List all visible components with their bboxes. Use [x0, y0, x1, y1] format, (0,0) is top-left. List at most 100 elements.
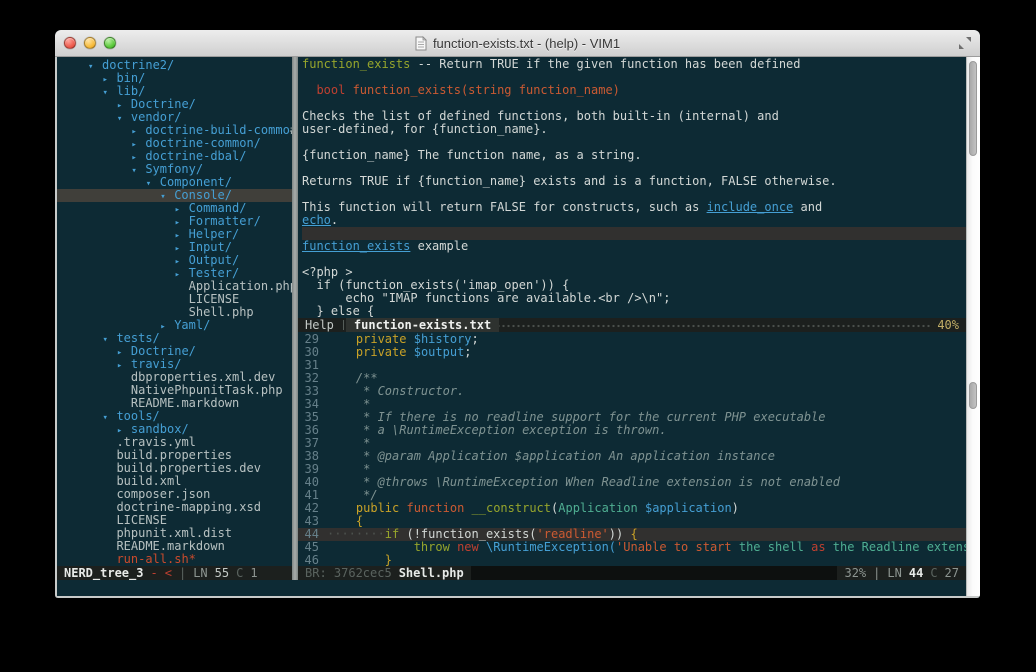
code-segment: ;	[464, 345, 471, 359]
code-segment: ········	[327, 527, 385, 541]
scroll-percent: 40%	[930, 318, 966, 332]
tree-item-label: Console/	[174, 188, 232, 202]
tree-item-label: Doctrine/	[131, 97, 196, 111]
code-file-name: Shell.php	[399, 566, 464, 580]
code-line: 38 * @param Application $application An …	[298, 450, 966, 463]
code-segment	[450, 540, 457, 554]
window-flag: <	[165, 566, 172, 580]
tree-item-label: Symfony/	[145, 162, 203, 176]
code-segment: the shell	[732, 540, 811, 554]
tree-item[interactable]: run-all.sh*	[57, 553, 292, 566]
tree-item-label: dbproperties.xml.dev	[131, 370, 276, 384]
code-segment: if (function_exists('imap_open')) {	[302, 278, 569, 292]
code-segment	[327, 501, 356, 515]
code-segment: __construct	[472, 501, 551, 515]
code-segment: new	[457, 540, 479, 554]
editor-body: ▾doctrine2/▸bin/▾lib/▸Doctrine/▾vendor/▸…	[55, 57, 980, 598]
code-segment: $history	[414, 332, 472, 346]
help-line: function_exists -- Return TRUE if the gi…	[302, 58, 966, 71]
command-line[interactable]	[57, 580, 966, 596]
tree-toggle-arrow[interactable]: ▸	[160, 321, 174, 334]
titlebar[interactable]: function-exists.txt - (help) - VIM1	[55, 30, 980, 57]
tree-item[interactable]: Application.php	[57, 280, 292, 293]
help-link[interactable]: include_once	[707, 200, 794, 214]
tree-item-label: doctrine-dbal/	[145, 149, 246, 163]
tree-toggle-arrow[interactable]: ▾	[102, 412, 116, 425]
tree-item-label: sandbox/	[131, 422, 189, 436]
line-label: LN	[193, 566, 207, 580]
tree-item[interactable]: ▸Helper/	[57, 228, 292, 241]
scrollbar-track[interactable]	[966, 57, 980, 596]
tree-toggle-arrow[interactable]: ▾	[102, 87, 116, 100]
col-number-indicator: 27	[945, 566, 959, 580]
tree-item-label: Doctrine/	[131, 344, 196, 358]
code-segment	[399, 501, 406, 515]
code-segment: Returns TRUE if {function_name} exists a…	[302, 174, 837, 188]
tree-item-label: build.properties	[116, 448, 232, 462]
code-segment: * @param Application $application An app…	[327, 449, 775, 463]
main-panes: function_exists -- Return TRUE if the gi…	[298, 57, 966, 580]
tree-item[interactable]: ▸Formatter/	[57, 215, 292, 228]
code-statusline: BR: 3762cec5 Shell.php 32% | LN 44 C 27	[298, 566, 966, 580]
code-line: 42 public function __construct(Applicati…	[298, 502, 966, 515]
code-segment: function	[407, 501, 465, 515]
code-segment: {	[630, 527, 637, 541]
tree-item-label: Helper/	[189, 227, 240, 241]
code-segment: if	[385, 527, 399, 541]
help-link[interactable]: function_exists	[302, 239, 410, 253]
tree-toggle-arrow[interactable]: ▾	[88, 61, 102, 74]
code-segment	[302, 83, 316, 97]
code-segment: (!function_exists(	[399, 527, 536, 541]
code-segment: *	[327, 397, 370, 411]
fullscreen-icon[interactable]	[958, 36, 972, 55]
code-segment: $output	[414, 345, 465, 359]
scroll-percent: 32%	[844, 566, 866, 580]
help-line	[302, 253, 966, 266]
code-segment: Application	[558, 501, 637, 515]
help-link[interactable]: echo	[302, 213, 331, 227]
code-segment: } else {	[302, 304, 374, 318]
scrollbar-thumb-help[interactable]	[969, 61, 977, 156]
tree-item[interactable]: ▸Yaml/	[57, 319, 292, 332]
separator: |	[873, 566, 880, 580]
code-segment: function_exists(string function_name)	[345, 83, 620, 97]
tree-item-label: tests/	[116, 331, 159, 345]
tree-item-label: doctrine-build-commo	[145, 123, 290, 137]
tree-toggle-arrow[interactable]: ▾	[146, 178, 160, 191]
tree-toggle-arrow[interactable]: ▾	[160, 191, 174, 204]
tree-item-label: vendor/	[131, 110, 182, 124]
help-statusline: Help function-exists.txt 40%	[298, 318, 966, 332]
tree-item[interactable]: README.markdown	[57, 397, 292, 410]
tree-item-label: phpunit.xml.dist	[116, 526, 232, 540]
close-button[interactable]	[64, 37, 76, 49]
tree-item[interactable]: ▸Output/	[57, 254, 292, 267]
code-segment	[327, 514, 356, 528]
tree-item[interactable]: ▾doctrine2/	[57, 59, 292, 72]
help-line: user-defined, for {function_name}.	[302, 123, 966, 136]
code-segment	[327, 345, 356, 359]
code-line: 30 private $output;	[298, 346, 966, 359]
col-label: C	[236, 566, 243, 580]
code-segment: private	[356, 345, 407, 359]
zoom-button[interactable]	[104, 37, 116, 49]
help-file-name: function-exists.txt	[346, 318, 499, 332]
help-line: echo.	[302, 214, 966, 227]
help-line: This function will return FALSE for cons…	[302, 201, 966, 214]
tree-item[interactable]: doctrine-mapping.xsd	[57, 501, 292, 514]
tree-item-label: Shell.php	[189, 305, 254, 319]
code-segment	[406, 345, 413, 359]
tree-toggle-arrow[interactable]: ▾	[131, 165, 145, 178]
code-segment: Checks the list of defined functions, bo…	[302, 109, 779, 123]
code-segment: * a \RuntimeException exception is throw…	[327, 423, 667, 437]
tree-item[interactable]: LICENSE	[57, 293, 292, 306]
tree-toggle-arrow[interactable]: ▾	[117, 113, 131, 126]
tree-item-label: doctrine2/	[102, 58, 174, 72]
code-segment	[406, 332, 413, 346]
tree-item[interactable]: ▾Console/	[57, 189, 292, 202]
tree-toggle-arrow[interactable]: ▾	[102, 334, 116, 347]
window-controls	[64, 30, 116, 56]
minimize-button[interactable]	[84, 37, 96, 49]
scrollbar-thumb-code[interactable]	[969, 382, 977, 409]
tree-item[interactable]: ▸Input/	[57, 241, 292, 254]
tree-item-label: bin/	[116, 71, 145, 85]
